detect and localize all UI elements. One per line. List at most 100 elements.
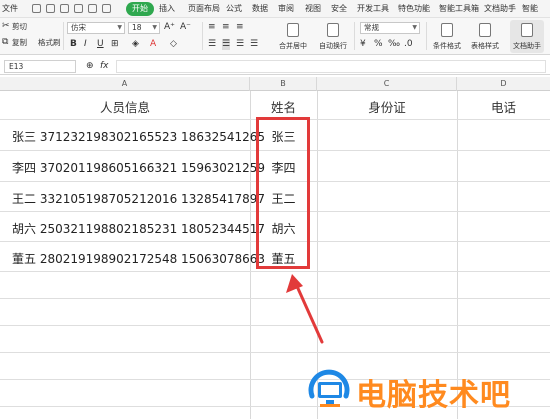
- menu-file[interactable]: 文件: [2, 2, 18, 16]
- header-cell-phone[interactable]: 电话: [457, 97, 550, 116]
- header-cell-person-info[interactable]: 人员信息: [0, 97, 250, 116]
- chevron-down-icon: ▼: [117, 24, 122, 31]
- cut-label[interactable]: 剪切: [12, 22, 27, 32]
- number-format-value: 常规: [364, 23, 379, 32]
- tab-page-layout[interactable]: 页面布局: [188, 2, 220, 16]
- bold-icon[interactable]: B: [70, 39, 77, 50]
- font-shrink-icon[interactable]: A⁻: [180, 22, 191, 33]
- toolbar-separator: [202, 22, 203, 50]
- font-grow-icon[interactable]: A⁺: [164, 22, 175, 33]
- toolbar-separator: [426, 22, 427, 50]
- computer-logo-icon: [308, 369, 350, 407]
- tab-smart[interactable]: 智能: [522, 2, 538, 16]
- highlight-box: [256, 117, 310, 269]
- ribbon-menu-bar: 文件 开始 插入 页面布局 公式 数据 审阅 视图 安全 开发工具 特色功能 智…: [0, 0, 550, 18]
- scissors-icon[interactable]: ✂: [2, 21, 10, 32]
- number-format-select[interactable]: 常规 ▼: [360, 22, 420, 34]
- name-box[interactable]: E13: [4, 60, 76, 73]
- wrap-text-icon: [327, 23, 339, 37]
- thousands-icon[interactable]: ‰: [388, 39, 400, 50]
- formula-input[interactable]: [116, 60, 546, 73]
- chevron-down-icon: ▼: [412, 24, 417, 31]
- tab-view[interactable]: 视图: [305, 2, 321, 16]
- border-icon[interactable]: ⊞: [111, 39, 119, 50]
- header-cell-id-card[interactable]: 身份证: [317, 97, 457, 116]
- tab-smart-toolbox[interactable]: 智能工具箱: [439, 2, 479, 16]
- toolbar-separator: [63, 22, 64, 50]
- font-size-value: 18: [132, 23, 142, 32]
- underline-icon[interactable]: U: [97, 39, 104, 50]
- tab-data[interactable]: 数据: [252, 2, 268, 16]
- redo-icon[interactable]: [88, 4, 97, 13]
- ribbon-toolbar: ✂ 剪切 ⧉ 复制 格式刷 仿宋 ▼ 18 ▼ A⁺ A⁻ B I U ⊞ ◈ …: [0, 18, 550, 55]
- align-middle-icon[interactable]: ≡: [222, 22, 230, 33]
- align-center-icon[interactable]: ☰: [222, 39, 231, 50]
- zoom-icon[interactable]: ⊕: [86, 61, 94, 72]
- watermark-text: 电脑技术吧: [356, 378, 511, 413]
- align-bottom-icon[interactable]: ≡: [236, 22, 244, 33]
- tab-formulas[interactable]: 公式: [226, 2, 242, 16]
- table-style-icon: [479, 23, 491, 37]
- wrap-text-button[interactable]: 自动换行: [316, 20, 350, 53]
- doc-assistant-label: 文档助手: [513, 42, 541, 50]
- font-name-select[interactable]: 仿宋 ▼: [67, 22, 125, 34]
- tab-review[interactable]: 审阅: [278, 2, 294, 16]
- column-header-b[interactable]: B: [250, 77, 317, 91]
- tab-special-features[interactable]: 特色功能: [398, 2, 430, 16]
- print-icon[interactable]: [60, 4, 69, 13]
- justify-icon[interactable]: ☰: [250, 39, 258, 50]
- table-cell-person-info[interactable]: 胡六 250321198802185231 18052344517: [12, 220, 265, 237]
- save-icon[interactable]: [32, 4, 41, 13]
- font-size-select[interactable]: 18 ▼: [128, 22, 160, 34]
- cell-reference: E13: [9, 62, 24, 71]
- italic-icon[interactable]: I: [84, 39, 87, 50]
- grid-line: [0, 298, 550, 299]
- copy-label[interactable]: 复制: [12, 38, 27, 48]
- fx-icon[interactable]: fx: [100, 61, 109, 71]
- wrap-text-label: 自动换行: [319, 42, 347, 50]
- header-cell-name[interactable]: 姓名: [250, 97, 317, 116]
- align-top-icon[interactable]: ≡: [208, 22, 216, 33]
- tab-home[interactable]: 开始: [126, 2, 154, 16]
- align-left-icon[interactable]: ☰: [208, 39, 216, 50]
- font-name-value: 仿宋: [71, 23, 86, 32]
- column-header-a[interactable]: A: [0, 77, 250, 91]
- grid-line: [0, 352, 550, 353]
- grid-line: [0, 271, 550, 272]
- merge-icon: [287, 23, 299, 37]
- merge-center-button[interactable]: 合并居中: [276, 20, 310, 53]
- tab-insert[interactable]: 插入: [159, 2, 175, 16]
- chevron-down-icon: ▼: [152, 24, 157, 31]
- conditional-format-icon: [441, 23, 453, 37]
- grid-line: [0, 325, 550, 326]
- table-cell-person-info[interactable]: 张三 371232198302165523 18632541265: [12, 128, 265, 145]
- currency-icon[interactable]: ¥: [360, 39, 366, 50]
- column-header-d[interactable]: D: [457, 77, 550, 91]
- table-style-label: 表格样式: [471, 42, 499, 50]
- tab-doc-assistant[interactable]: 文档助手: [484, 2, 516, 16]
- tab-developer[interactable]: 开发工具: [357, 2, 389, 16]
- clear-format-icon[interactable]: ◇: [170, 39, 177, 50]
- fill-color-icon[interactable]: ◈: [132, 39, 139, 50]
- doc-assistant-button[interactable]: 文档助手: [510, 20, 544, 53]
- tab-security[interactable]: 安全: [331, 2, 347, 16]
- table-cell-person-info[interactable]: 董五 280219198902172548 15063078663: [12, 250, 265, 267]
- more-icon[interactable]: [102, 4, 111, 13]
- font-color-icon[interactable]: A: [150, 39, 156, 50]
- table-cell-person-info[interactable]: 王二 332105198705212016 13285417897: [12, 190, 265, 207]
- conditional-format-button[interactable]: 条件格式: [430, 20, 464, 53]
- preview-icon[interactable]: [74, 4, 83, 13]
- table-cell-person-info[interactable]: 李四 370201198605166321 15963021259: [12, 159, 265, 176]
- align-right-icon[interactable]: ☰: [236, 39, 244, 50]
- column-header-c[interactable]: C: [317, 77, 457, 91]
- column-header-row: A B C D: [0, 77, 550, 91]
- merge-center-label: 合并居中: [279, 42, 307, 50]
- conditional-format-label: 条件格式: [433, 42, 461, 50]
- decimal-icon[interactable]: .0: [404, 39, 413, 50]
- document-icon: [521, 23, 533, 37]
- format-painter-label[interactable]: 格式刷: [38, 38, 61, 48]
- table-style-button[interactable]: 表格样式: [468, 20, 502, 53]
- undo-icon[interactable]: [46, 4, 55, 13]
- copy-icon[interactable]: ⧉: [2, 37, 8, 48]
- percent-icon[interactable]: %: [374, 39, 383, 50]
